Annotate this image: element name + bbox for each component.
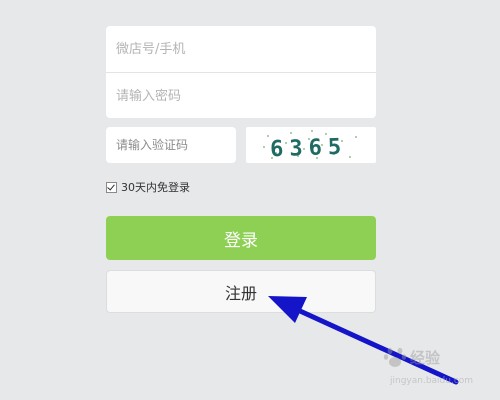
captcha-input[interactable] [106,127,236,163]
login-button[interactable]: 登录 [106,216,376,260]
remember-me[interactable]: 30天内免登录 [106,179,190,195]
watermark: 经验 [382,344,440,370]
watermark-text: 经验 [410,348,441,367]
captcha-code: 6365 [270,135,348,163]
register-button[interactable]: 注册 [106,270,376,313]
remember-label: 30天内免登录 [121,181,190,194]
credentials-group [106,26,376,119]
captcha-image[interactable]: 6365 [246,127,376,163]
captcha-graphic: 6365 [263,130,357,163]
remember-checkbox[interactable] [106,181,117,193]
paw-icon [383,347,407,367]
password-input[interactable] [106,73,376,119]
phone-input[interactable] [106,26,376,72]
watermark-url: jingyan.baidu.com [390,376,474,386]
